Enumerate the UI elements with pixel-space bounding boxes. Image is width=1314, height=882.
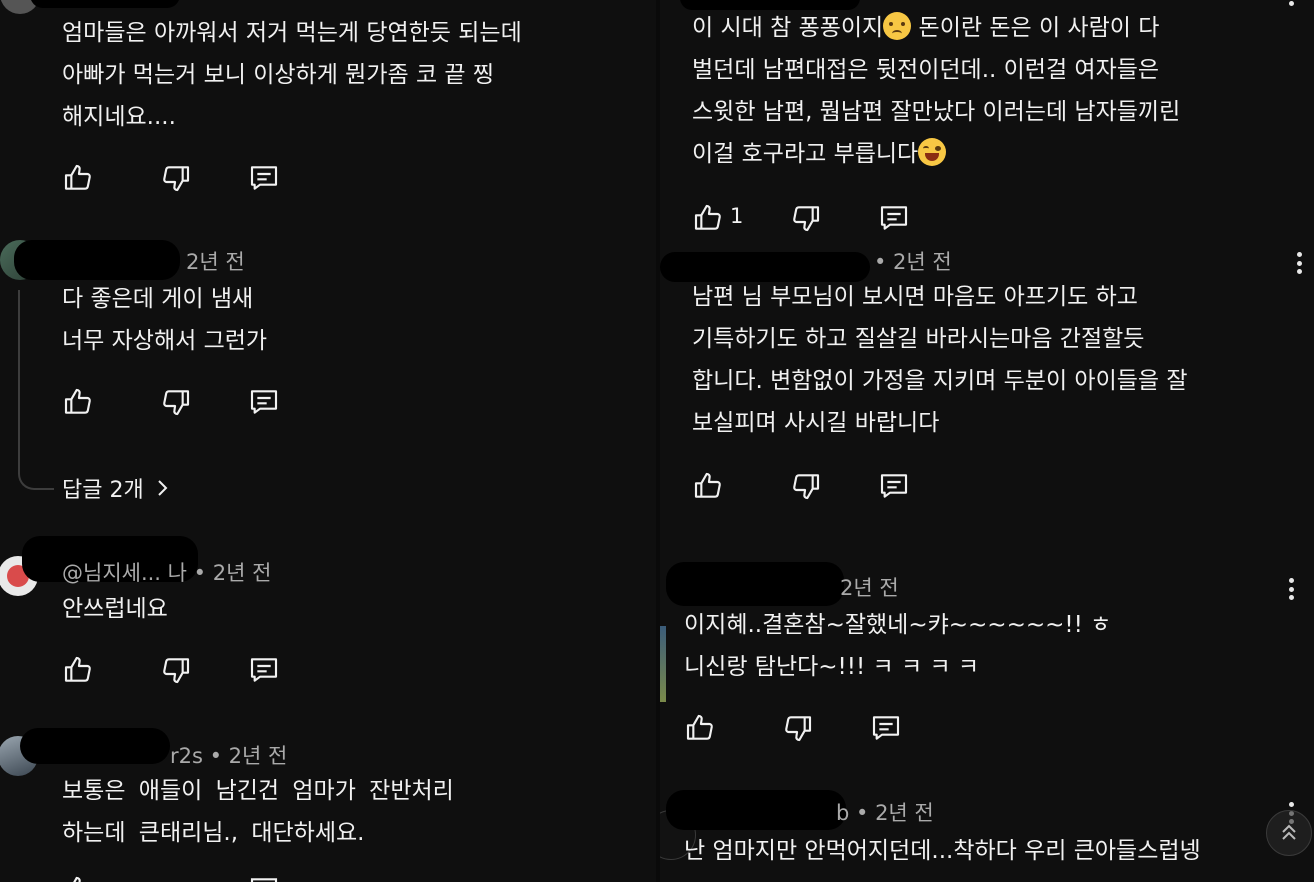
chevron-right-icon bbox=[158, 480, 168, 496]
comment-actions bbox=[682, 710, 922, 746]
comment-actions: 1 bbox=[690, 200, 930, 236]
reply-button[interactable] bbox=[246, 160, 282, 196]
comment-timestamp: 2년 전 bbox=[840, 576, 899, 600]
comment-timestamp: r2s • 2년 전 bbox=[170, 744, 288, 768]
comment-icon bbox=[250, 390, 278, 414]
more-vert-icon bbox=[1288, 802, 1294, 807]
thumb-up-icon bbox=[73, 876, 81, 882]
comment-actions bbox=[60, 384, 300, 420]
thumb-up-icon bbox=[64, 164, 91, 190]
thumb-up-icon bbox=[64, 388, 91, 414]
laughing-emoji-icon bbox=[918, 138, 947, 166]
right-comment-panel: 이 시대 참 퐁퐁이지 돈이란 돈은 이 사람이 다 벌던데 남편대접은 뒷전이… bbox=[660, 0, 1314, 882]
dislike-button[interactable] bbox=[788, 200, 824, 236]
double-chevron-up-icon bbox=[1282, 824, 1296, 840]
reply-button[interactable] bbox=[876, 468, 912, 504]
dislike-button[interactable] bbox=[788, 468, 824, 504]
comment-actions bbox=[60, 652, 300, 688]
thumb-down-icon bbox=[793, 206, 820, 232]
comment-actions bbox=[60, 160, 300, 196]
comment-actions bbox=[60, 872, 300, 882]
more-vert-icon bbox=[1296, 252, 1302, 257]
comment-timestamp: b • 2년 전 bbox=[836, 801, 934, 825]
thumb-up-icon bbox=[64, 656, 91, 682]
comment-text: 엄마들은 아까워서 저거 먹는게 당연한듯 되는데 아빠가 먹는거 보니 이상하… bbox=[62, 20, 522, 130]
comment-menu-button[interactable] bbox=[1286, 578, 1296, 600]
comment-menu-button[interactable] bbox=[1294, 252, 1304, 274]
reply-button[interactable] bbox=[246, 384, 282, 420]
comment-menu-button[interactable] bbox=[1286, 0, 1296, 6]
comment-timestamp: @님지세... 나 • 2년 전 bbox=[62, 561, 272, 585]
like-button[interactable] bbox=[682, 710, 718, 746]
redacted-username bbox=[666, 562, 844, 606]
dislike-button[interactable] bbox=[780, 710, 816, 746]
reply-button[interactable] bbox=[246, 872, 282, 882]
reply-button[interactable] bbox=[868, 710, 904, 746]
like-button[interactable] bbox=[60, 652, 96, 688]
comment-icon bbox=[250, 658, 278, 682]
like-button[interactable] bbox=[60, 160, 96, 196]
thumb-up-icon bbox=[694, 472, 721, 498]
like-button[interactable] bbox=[60, 384, 96, 420]
left-comment-panel: 엄마들은 아까워서 저거 먹는게 당연한듯 되는데 아빠가 먹는거 보니 이상하… bbox=[0, 0, 660, 882]
thumb-up-icon bbox=[694, 204, 721, 230]
crying-emoji-icon bbox=[883, 12, 912, 40]
dislike-button[interactable] bbox=[158, 160, 194, 196]
comment-text: 난 엄마지만 안먹어지던데...착하다 우리 큰아들스럽넹 bbox=[684, 838, 1201, 864]
redacted-username bbox=[14, 240, 180, 280]
comment-actions bbox=[690, 468, 930, 504]
thumb-down-icon bbox=[163, 166, 190, 192]
thumb-down-icon bbox=[793, 474, 820, 500]
dislike-button[interactable] bbox=[158, 652, 194, 688]
reply-button[interactable] bbox=[876, 200, 912, 236]
scroll-to-top-button[interactable] bbox=[1266, 810, 1312, 856]
thumb-down-icon bbox=[785, 716, 812, 742]
comment-icon bbox=[250, 878, 278, 882]
more-vert-icon bbox=[1288, 578, 1294, 583]
comment-icon bbox=[880, 206, 908, 230]
like-button[interactable] bbox=[60, 872, 96, 882]
comment-text: 다 좋은데 게이 냄새 너무 자상해서 그런가 bbox=[62, 286, 268, 354]
thumb-down-icon bbox=[163, 658, 190, 684]
comment-text: 안쓰럽네요 bbox=[62, 596, 168, 622]
comment-text: 이지혜..결혼참~잘했네~캬~~~~~~!! ㅎ 니신랑 탐난다~!!! ㅋ ㅋ… bbox=[684, 612, 1112, 680]
comment-icon bbox=[880, 474, 908, 498]
comment-timestamp: 2년 전 bbox=[186, 250, 245, 274]
comment-icon bbox=[250, 166, 278, 190]
comment-text: 이 시대 참 퐁퐁이지 돈이란 돈은 이 사람이 다 벌던데 남편대접은 뒷전이… bbox=[692, 7, 1180, 175]
like-count: 1 bbox=[730, 204, 744, 228]
thumb-down-icon bbox=[163, 390, 190, 416]
thread-connector bbox=[18, 290, 54, 490]
comment-text: 남편 님 부모님이 보시면 마음도 아프기도 하고 기특하기도 하고 질살길 바… bbox=[692, 284, 1188, 436]
redacted-username bbox=[666, 790, 846, 830]
comment-icon bbox=[872, 716, 900, 740]
like-button[interactable] bbox=[690, 200, 726, 236]
avatar-partial[interactable] bbox=[660, 626, 666, 702]
view-replies-button[interactable]: 답글 2개 bbox=[62, 472, 170, 504]
comment-text: 보통은 애들이 남긴건 엄마가 잔반처리 하는데 큰태리님., 대단하세요. bbox=[62, 778, 454, 846]
reply-button[interactable] bbox=[246, 652, 282, 688]
redacted-username bbox=[20, 728, 170, 764]
thumb-up-icon bbox=[686, 714, 713, 740]
like-button[interactable] bbox=[690, 468, 726, 504]
comment-timestamp: • 2년 전 bbox=[874, 250, 952, 274]
dislike-button[interactable] bbox=[158, 384, 194, 420]
redacted-username bbox=[30, 0, 180, 8]
